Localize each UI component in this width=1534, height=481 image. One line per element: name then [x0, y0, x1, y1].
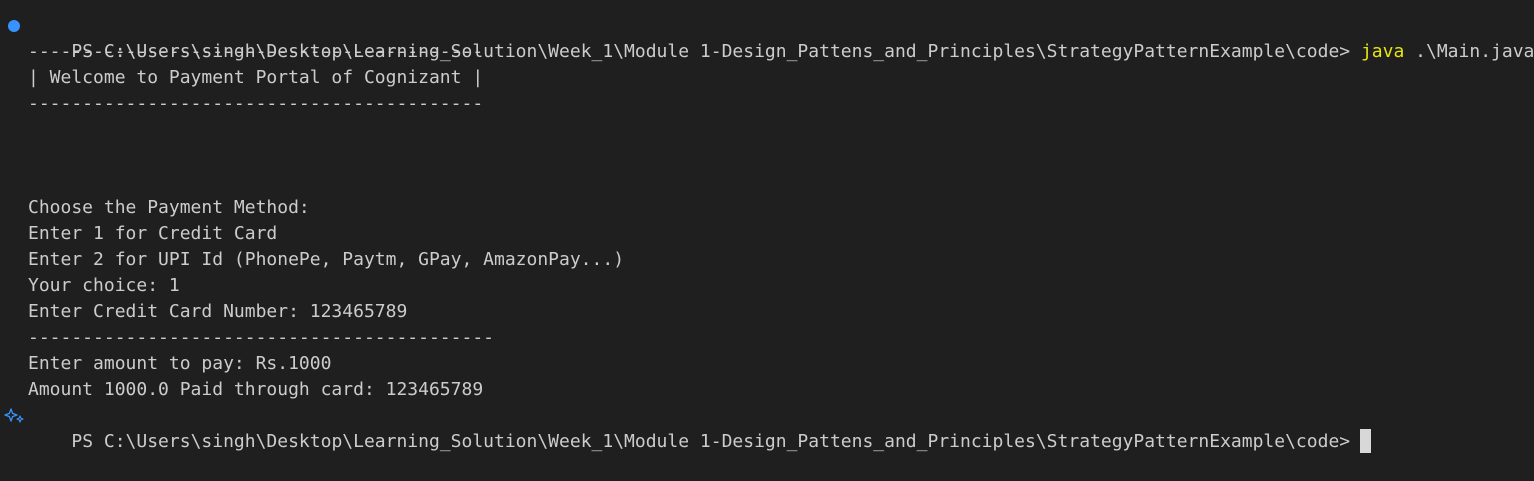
output-line: ----------------------------------------…: [28, 93, 484, 114]
output-line: Enter 2 for UPI Id (PhonePe, Paytm, GPay…: [28, 249, 625, 270]
prompt-text: PS C:\Users\singh\Desktop\Learning_Solut…: [71, 431, 1351, 452]
output-line: Choose the Payment Method:: [28, 197, 310, 218]
text-cursor: [1360, 429, 1372, 453]
circle-dot-icon[interactable]: [8, 20, 20, 32]
output-line: Enter 1 for Credit Card: [28, 223, 278, 244]
terminal-output[interactable]: PS C:\Users\singh\Desktop\Learning_Solut…: [0, 13, 1534, 453]
output-line: ----------------------------------------…: [28, 41, 484, 62]
output-line: Enter Credit Card Number: 123465789: [28, 301, 408, 322]
output-line: Amount 1000.0 Paid through card: 1234657…: [28, 379, 484, 400]
output-line: Your choice: 1: [28, 275, 180, 296]
command-line: PS C:\Users\singh\Desktop\Learning_Solut…: [0, 13, 1534, 62]
output-line: ----------------------------------------…: [28, 327, 494, 348]
final-prompt-line[interactable]: PS C:\Users\singh\Desktop\Learning_Solut…: [0, 403, 1534, 453]
sparkle-icon[interactable]: [4, 407, 26, 425]
output-line: | Welcome to Payment Portal of Cognizant…: [28, 67, 484, 88]
output-line: Enter amount to pay: Rs.1000: [28, 353, 332, 374]
